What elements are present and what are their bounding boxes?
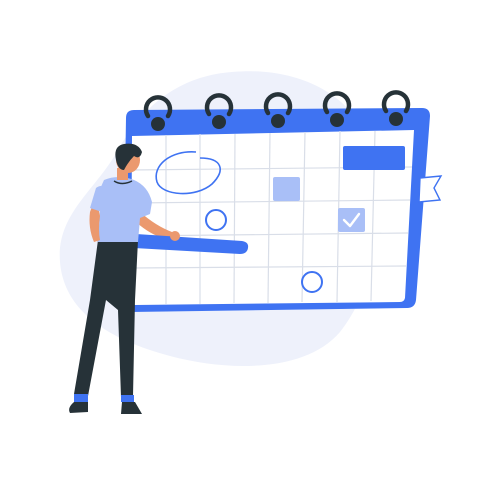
event-block [343, 146, 405, 170]
shoe-left [69, 402, 88, 413]
checked-cell [338, 208, 365, 232]
person-hand [170, 231, 180, 241]
shoe-right [121, 402, 142, 414]
sock-right [121, 395, 134, 402]
bookmark-flag-icon [418, 175, 443, 203]
calendar-illustration [59, 71, 443, 414]
sock-left [74, 394, 88, 402]
highlighted-cell [273, 177, 300, 201]
